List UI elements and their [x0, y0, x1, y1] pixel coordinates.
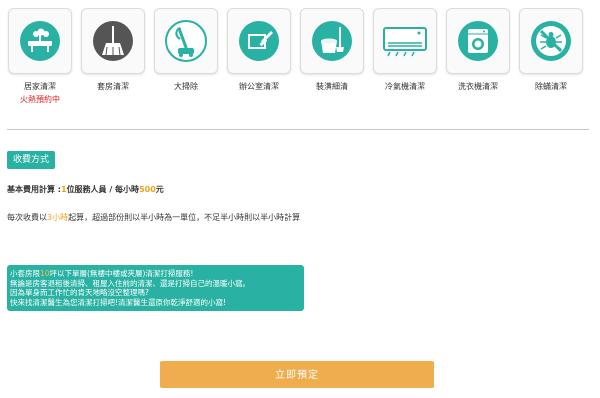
- rule-suffix: 起算，超過部份則以半小時為一單位，不足半小時則以半小時計算: [68, 213, 301, 222]
- service-label: 除蟎清潔: [535, 82, 567, 91]
- section-divider: [7, 129, 589, 130]
- service-tile[interactable]: [373, 8, 437, 74]
- service-tile[interactable]: [446, 8, 510, 74]
- broom-icon: [93, 21, 133, 61]
- service-label: 冷氣機清潔: [385, 82, 425, 91]
- service-label: 辦公室清潔: [239, 82, 279, 91]
- service-tile[interactable]: [81, 8, 145, 74]
- service-label: 套房清潔: [97, 82, 129, 91]
- hourly-price: 500: [139, 185, 156, 194]
- service-tile[interactable]: [519, 8, 583, 74]
- squeegee-icon: [239, 21, 279, 61]
- service-big-cleanup[interactable]: 大掃除: [153, 8, 219, 92]
- service-home-cleaning[interactable]: 居家清潔 火熱預約中: [7, 8, 73, 105]
- service-washer-cleaning[interactable]: 洗衣機清潔: [445, 8, 511, 92]
- size-limit: 10: [40, 269, 50, 278]
- service-mite-removal[interactable]: 除蟎清潔: [518, 8, 584, 92]
- fee-method-tag: 收費方式: [7, 151, 56, 169]
- basic-fee-suffix: 元: [155, 185, 164, 194]
- service-label: 洗衣機清潔: [458, 82, 498, 91]
- air-conditioner-icon: [383, 27, 427, 57]
- washing-machine-icon: [458, 21, 498, 61]
- no-mites-icon: [531, 21, 571, 61]
- book-now-button[interactable]: 立即預定: [160, 361, 434, 388]
- service-tile[interactable]: [154, 8, 218, 74]
- home-cleaning-icon: [20, 21, 60, 61]
- rule-prefix: 每次收費以: [7, 213, 47, 222]
- service-renovation-cleaning[interactable]: 裝潢細清: [299, 8, 365, 92]
- minimum-hours: 3小時: [47, 213, 69, 222]
- service-suite-cleaning[interactable]: 套房清潔: [80, 8, 146, 92]
- note-line-4: 快來找清潔醫生為您清潔打掃吧!清潔醫生還原你乾淨舒適的小窩!: [10, 297, 227, 307]
- service-aircon-cleaning[interactable]: 冷氣機清潔: [372, 8, 438, 92]
- note-line-3: 因為單身而工作忙的肯天地略沒空整理嗎?: [10, 288, 149, 297]
- billing-rule-text: 每次收費以3小時起算，超過部份則以半小時為一單位，不足半小時則以半小時計算: [7, 212, 300, 223]
- note-line-2: 無論是房客退租後清掃、租屋入住前的清潔、還是打掃自己的溫暖小窩。: [10, 278, 250, 288]
- hot-booking-badge: 火熱預約中: [20, 95, 60, 104]
- service-label: 大掃除: [174, 82, 198, 91]
- service-office-cleaning[interactable]: 辦公室清潔: [226, 8, 292, 92]
- service-label: 裝潢細清: [316, 82, 348, 91]
- service-description-box: 小套房限10坪以下單層(無樓中樓或夾層)清潔打掃服務! 無論是房客退租後清掃、租…: [7, 265, 304, 311]
- service-label: 居家清潔: [24, 82, 56, 91]
- basic-fee-mid: 位服務人員 / 每小時: [66, 185, 140, 194]
- vacuum-icon: [165, 20, 207, 62]
- basic-fee-text: 基本費用計算 :1位服務人員 / 每小時500元: [7, 184, 164, 195]
- service-tile[interactable]: [227, 8, 291, 74]
- basic-fee-prefix: 基本費用計算 :: [7, 185, 61, 194]
- service-tile[interactable]: [8, 8, 72, 74]
- renovation-cleaning-icon: [312, 21, 352, 61]
- note-line-1: 小套房限10坪以下單層(無樓中樓或夾層)清潔打掃服務!: [10, 269, 194, 278]
- service-tile[interactable]: [300, 8, 364, 74]
